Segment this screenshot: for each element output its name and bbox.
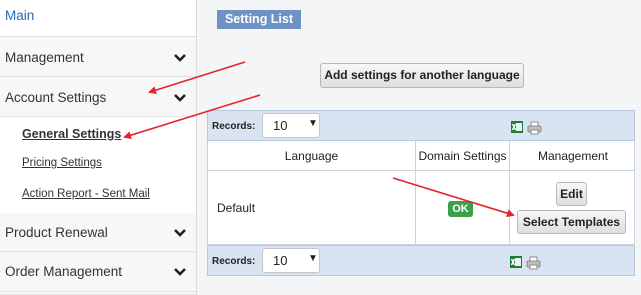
sidebar-item-main[interactable]: Main: [0, 0, 196, 37]
sidebar-item-label: Order Management: [5, 264, 123, 279]
printer-icon[interactable]: [526, 256, 541, 270]
records-per-page-select[interactable]: 10 ▼: [262, 113, 320, 138]
language-cell: Default: [217, 201, 256, 215]
sidebar: Main Management Account Settings General…: [0, 0, 197, 295]
sidebar-item-label: Account Settings: [5, 90, 107, 105]
records-select-value: 10: [273, 253, 288, 268]
chevron-down-icon: [174, 54, 186, 62]
records-label: Records:: [212, 121, 256, 132]
table-header-row: Language Domain Settings Management: [207, 141, 635, 171]
sidebar-item-label: Product Renewal: [5, 225, 108, 240]
select-templates-button[interactable]: Select Templates: [517, 210, 626, 234]
sidebar-item-product-renewal[interactable]: Product Renewal: [0, 213, 196, 252]
chevron-down-icon: [174, 229, 186, 237]
records-select-value: 10: [273, 118, 288, 133]
domain-status-badge: OK: [448, 201, 473, 217]
chevron-down-icon: [174, 268, 186, 276]
records-bar-top: Records: 10 ▼: [207, 110, 635, 141]
column-divider: [509, 171, 510, 244]
column-header-language: Language: [284, 149, 339, 163]
records-per-page-select[interactable]: 10 ▼: [262, 248, 320, 273]
sidebar-item-label: Management: [5, 50, 84, 65]
excel-icon[interactable]: [510, 120, 524, 134]
records-label: Records:: [212, 256, 256, 267]
printer-icon[interactable]: [527, 121, 542, 135]
submenu-item-pricing-settings[interactable]: Pricing Settings: [22, 157, 102, 169]
sidebar-item-label: Main: [5, 8, 35, 23]
edit-button[interactable]: Edit: [556, 182, 587, 206]
submenu-item-action-report[interactable]: Action Report - Sent Mail: [22, 188, 150, 200]
sidebar-item-management[interactable]: Management: [0, 37, 196, 77]
excel-icon[interactable]: [509, 255, 523, 269]
dropdown-arrow-icon: ▼: [308, 118, 318, 129]
records-bar-bottom: Records: 10 ▼: [207, 245, 635, 276]
page-title: Setting List: [217, 10, 301, 29]
column-header-domain-settings: Domain Settings: [418, 149, 507, 163]
submenu-item-general-settings[interactable]: General Settings: [22, 127, 121, 141]
chevron-down-icon: [174, 94, 186, 102]
sidebar-item-account-settings[interactable]: Account Settings: [0, 77, 196, 117]
column-header-management: Management: [537, 149, 609, 163]
account-settings-submenu: General Settings Pricing Settings Action…: [0, 117, 196, 214]
add-language-settings-button[interactable]: Add settings for another language: [320, 63, 524, 88]
column-divider: [415, 171, 416, 244]
dropdown-arrow-icon: ▼: [308, 253, 318, 264]
sidebar-item-order-management[interactable]: Order Management: [0, 252, 196, 292]
